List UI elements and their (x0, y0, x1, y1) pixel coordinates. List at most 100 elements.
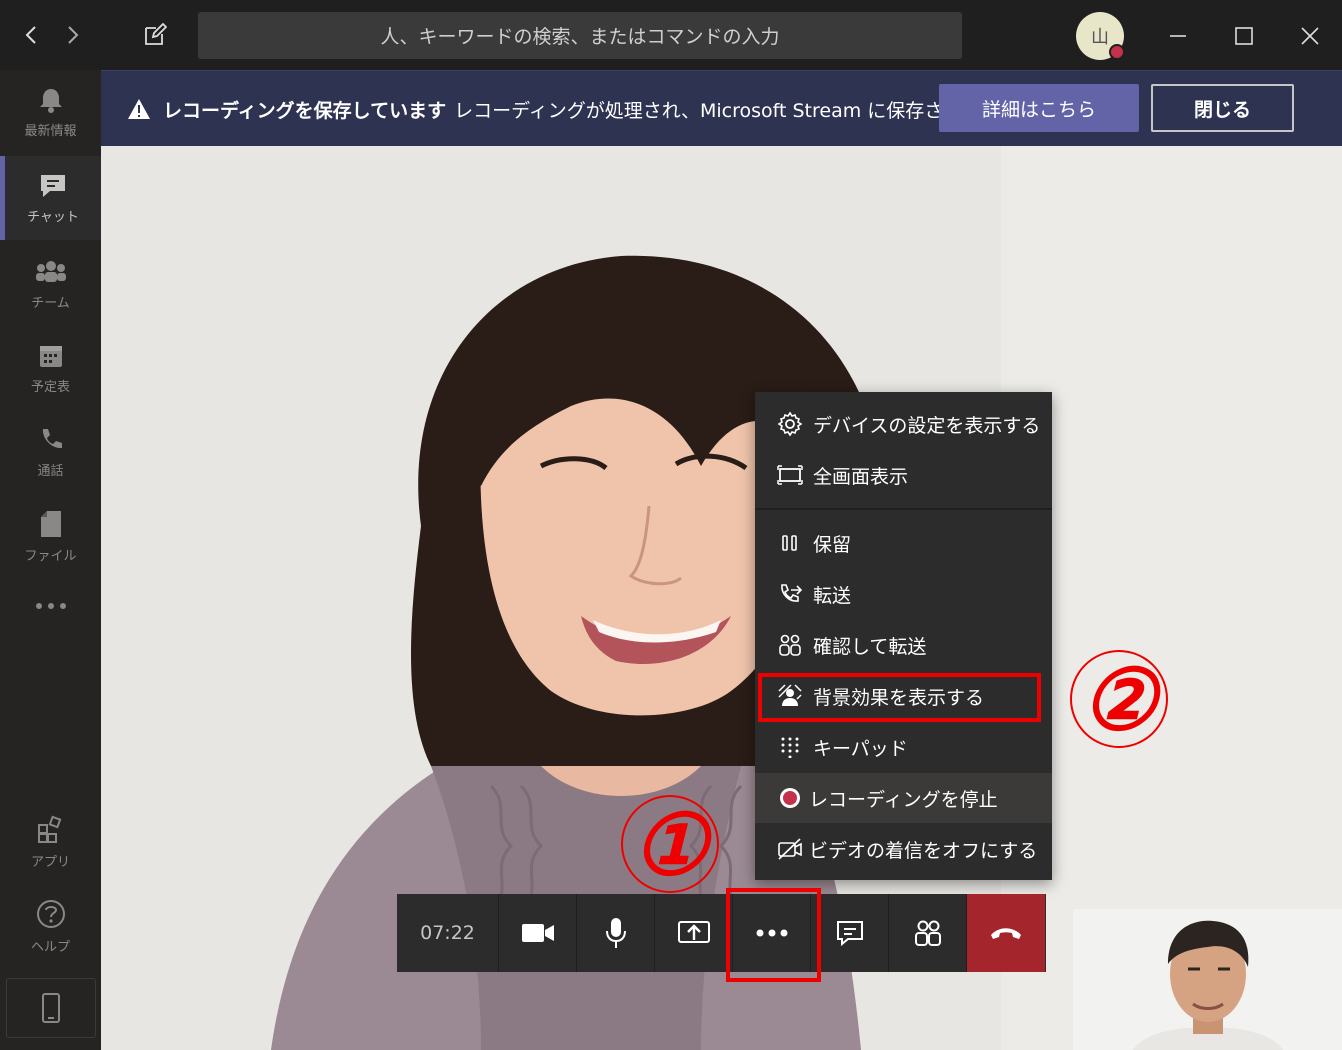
calendar-icon (39, 345, 62, 367)
share-screen-icon (677, 921, 710, 943)
share-screen-button[interactable] (655, 894, 733, 972)
forward-button[interactable] (58, 18, 88, 52)
menu-item-label: レコーディングを停止 (809, 788, 998, 811)
close-icon (1301, 27, 1319, 45)
keypad-icon (781, 737, 799, 758)
microphone-toggle-button[interactable] (577, 894, 655, 972)
minimize-button[interactable] (1156, 14, 1200, 58)
menu-item-label: ビデオの着信をオフにする (809, 839, 1038, 862)
transfer-icon (781, 584, 803, 602)
minimize-icon (1170, 35, 1186, 37)
menu-item-label: キーパッド (813, 737, 908, 760)
new-chat-button[interactable] (140, 18, 170, 52)
banner-message-row: レコーディングを保存しています レコーディングが処理され、Microsoft S… (127, 71, 961, 147)
chevron-right-icon (68, 26, 79, 44)
self-view-video (1073, 909, 1342, 1050)
warning-icon (128, 99, 150, 119)
annotation-step-2: ② (1070, 649, 1168, 749)
more-apps-button[interactable] (0, 576, 101, 636)
fullscreen-icon (777, 465, 803, 485)
annotation-box-background-effects (758, 673, 1041, 722)
gear-icon (777, 411, 803, 437)
menu-item-label: デバイスの設定を表示する (813, 414, 1041, 437)
pause-icon (782, 535, 797, 551)
search-placeholder: 人、キーワードの検索、またはコマンドの入力 (380, 26, 780, 48)
more-horizontal-icon (35, 603, 66, 609)
call-controls-bar: 07:22 (397, 894, 1046, 972)
hang-up-icon (991, 928, 1021, 939)
chevron-left-icon (25, 26, 36, 44)
rail-item-label: チャット (27, 209, 79, 225)
help-icon (36, 899, 65, 928)
search-input[interactable]: 人、キーワードの検索、またはコマンドの入力 (198, 12, 962, 59)
menu-item-transfer[interactable]: 転送 (755, 569, 1052, 619)
call-timer: 07:22 (397, 894, 499, 972)
maximize-button[interactable] (1222, 14, 1266, 58)
rail-item-label: ヘルプ (30, 939, 70, 955)
record-stop-icon (780, 788, 800, 808)
hang-up-button[interactable] (967, 894, 1045, 972)
consult-transfer-icon (779, 634, 801, 656)
file-icon (40, 510, 61, 537)
rail-item-apps[interactable]: アプリ (0, 800, 101, 884)
bell-icon (39, 88, 62, 113)
avatar[interactable]: 山 (1076, 12, 1125, 60)
rail-item-label: アプリ (30, 854, 70, 870)
self-view-image (1073, 909, 1342, 1050)
video-camera-icon (521, 924, 554, 942)
rail-item-label: 通話 (37, 463, 64, 479)
video-off-icon (778, 838, 802, 860)
mobile-phone-icon (42, 993, 60, 1023)
teams-icon (35, 260, 66, 282)
mobile-app-button[interactable] (6, 978, 96, 1038)
menu-item-stop-recording[interactable]: レコーディングを停止 (755, 773, 1052, 823)
annotation-box-more-button (726, 888, 821, 982)
menu-item-label: 保留 (813, 533, 852, 556)
annotation-step-2-label: ② (1081, 649, 1157, 749)
menu-divider (755, 508, 1052, 510)
menu-item-consult-transfer[interactable]: 確認して転送 (755, 620, 1052, 670)
menu-item-label: 全画面表示 (813, 465, 909, 488)
camera-toggle-button[interactable] (499, 894, 577, 972)
rail-item-chat[interactable]: チャット (0, 156, 101, 240)
menu-item-turn-off-incoming-video[interactable]: ビデオの着信をオフにする (755, 824, 1052, 874)
avatar-initial: 山 (1091, 27, 1109, 48)
participants-icon (914, 920, 941, 946)
rail-item-activity[interactable]: 最新情報 (0, 70, 101, 154)
close-window-button[interactable] (1288, 14, 1332, 58)
close-banner-button[interactable]: 閉じる (1151, 84, 1294, 132)
show-conversation-button[interactable] (811, 894, 889, 972)
chat-icon (41, 174, 65, 197)
details-button[interactable]: 詳細はこちら (939, 84, 1139, 132)
menu-item-device-settings[interactable]: デバイスの設定を表示する (755, 399, 1052, 449)
menu-item-hold[interactable]: 保留 (755, 518, 1052, 568)
rail-item-help[interactable]: ヘルプ (0, 884, 101, 968)
rail-item-teams[interactable]: チーム (0, 242, 101, 326)
menu-item-label: 確認して転送 (813, 635, 927, 658)
presence-busy-indicator (1109, 44, 1125, 60)
annotation-step-1: ① (621, 794, 719, 894)
annotation-step-1-label: ① (632, 794, 708, 894)
title-bar: 人、キーワードの検索、またはコマンドの入力 山 (0, 0, 1342, 70)
rail-item-files[interactable]: ファイル (0, 494, 101, 578)
show-participants-button[interactable] (889, 894, 967, 972)
more-actions-menu: デバイスの設定を表示する 全画面表示 保留 転送 確認して転送 背景効果を表示す… (755, 392, 1052, 880)
banner-title: レコーディングを保存しています (163, 99, 447, 122)
menu-item-keypad[interactable]: キーパッド (755, 722, 1052, 772)
compose-icon (145, 23, 167, 45)
rail-item-calendar[interactable]: 予定表 (0, 326, 101, 410)
microphone-icon (605, 918, 626, 948)
phone-icon (42, 428, 62, 448)
rail-item-label: 予定表 (30, 379, 70, 395)
back-button[interactable] (16, 18, 46, 52)
apps-icon (37, 815, 61, 843)
recording-banner: レコーディングを保存しています レコーディングが処理され、Microsoft S… (101, 70, 1342, 146)
rail-item-label: チーム (31, 295, 70, 311)
app-rail: 最新情報 チャット チーム 予定表 通話 ファイル アプリ ヘルプ (0, 70, 101, 1050)
banner-message: レコーディングが処理され、Microsoft Stream に保存さ... (454, 99, 962, 122)
rail-item-calls[interactable]: 通話 (0, 410, 101, 494)
chat-icon (836, 921, 863, 947)
menu-item-fullscreen[interactable]: 全画面表示 (755, 450, 1052, 500)
menu-item-label: 転送 (813, 584, 852, 607)
rail-item-label: ファイル (24, 548, 77, 564)
